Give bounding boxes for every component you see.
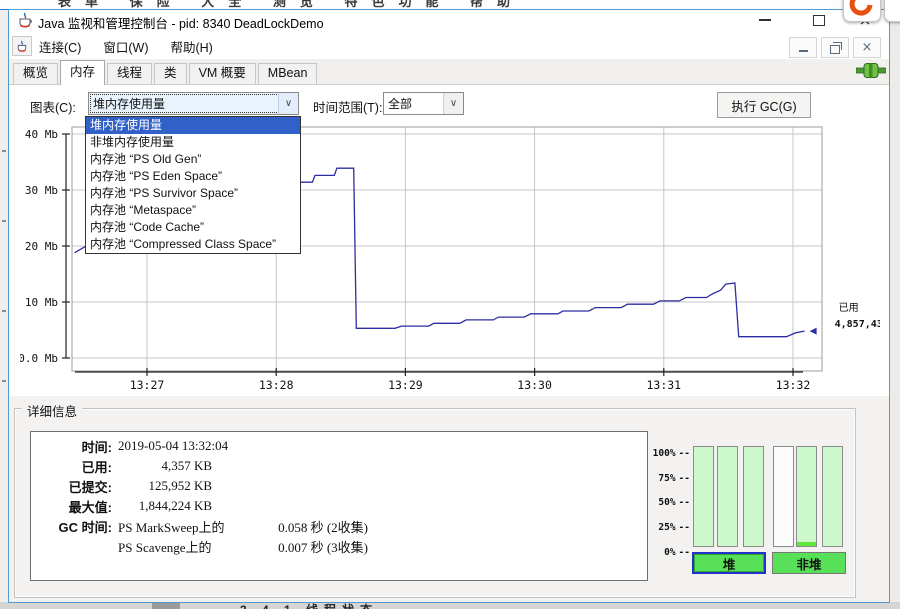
mdi-restore-button[interactable] xyxy=(821,37,849,58)
perform-gc-button[interactable]: 执行 GC(G) xyxy=(717,92,811,118)
time-range-select[interactable]: 全部 ∨ xyxy=(383,92,464,115)
dropdown-option[interactable]: 内存池 “Compressed Class Space” xyxy=(86,236,300,253)
x-axis-tick-label: 13:30 xyxy=(517,378,552,392)
pool-committed-fill xyxy=(797,447,816,546)
mdi-window-icon xyxy=(12,36,32,56)
y-axis-tick-label: 20 Mb xyxy=(25,240,58,253)
x-axis-tick-label: 13:27 xyxy=(130,378,165,392)
pool-toggle-button[interactable]: 堆 xyxy=(692,552,766,574)
floating-tool-button-2[interactable] xyxy=(884,0,900,22)
memory-pool-bar xyxy=(743,446,764,547)
x-axis-tick-label: 13:29 xyxy=(388,378,423,392)
memory-pool-bars xyxy=(0,446,900,548)
dropdown-option[interactable]: 内存池 “PS Eden Space” xyxy=(86,168,300,185)
legend-value: 4,857,432 xyxy=(835,319,880,330)
window-title: Java 监视和管理控制台 - pid: 8340 DeadLockDemo xyxy=(38,13,324,32)
restore-icon xyxy=(830,45,840,54)
maximize-icon xyxy=(813,15,825,26)
legend-label: 已用 xyxy=(839,303,859,314)
java-icon xyxy=(17,12,33,29)
chevron-down-icon[interactable]: ∨ xyxy=(278,93,298,114)
pool-committed-fill xyxy=(744,447,763,546)
details-group-title: 详细信息 xyxy=(22,401,82,420)
background-document-text: 3.4.1 线程状态 xyxy=(240,602,378,609)
connection-status-icon xyxy=(856,62,886,84)
background-fragment-block xyxy=(152,603,180,609)
menu-item[interactable]: 连接(C) xyxy=(36,36,84,57)
memory-pool-bar xyxy=(717,446,738,547)
chart-select[interactable]: 堆内存使用量 ∨ xyxy=(88,92,299,115)
memory-pool-bar xyxy=(773,446,794,547)
chevron-down-icon[interactable]: ∨ xyxy=(443,93,463,114)
dropdown-option[interactable]: 非堆内存使用量 xyxy=(86,134,300,151)
dropdown-option[interactable]: 堆内存使用量 xyxy=(86,117,300,134)
memory-pool-bar xyxy=(693,446,714,547)
y-axis-tick-label: 0.0 Mb xyxy=(20,352,58,365)
tab[interactable]: 概览 xyxy=(13,63,58,84)
y-axis-tick-label: 10 Mb xyxy=(25,296,58,309)
chart-select-value: 堆内存使用量 xyxy=(93,93,165,114)
pool-committed-fill xyxy=(718,447,737,546)
tab[interactable]: 线程 xyxy=(107,63,152,84)
dropdown-option[interactable]: 内存池 “Metaspace” xyxy=(86,202,300,219)
y-axis-tick-label: 40 Mb xyxy=(25,128,58,141)
tab[interactable]: VM 概要 xyxy=(189,63,256,84)
mdi-close-button[interactable]: × xyxy=(853,37,881,58)
minimize-icon xyxy=(759,19,771,21)
chart-select-dropdown: 堆内存使用量非堆内存使用量内存池 “PS Old Gen”内存池 “PS Ede… xyxy=(85,116,301,254)
screen: 表单 保险 大全 测览 特色功能 帮助 3.4.1 线程状态 Java 监视和管… xyxy=(0,0,900,609)
minimize-icon xyxy=(799,50,808,52)
window-maximize-button[interactable] xyxy=(804,10,834,30)
dropdown-option[interactable]: 内存池 “PS Old Gen” xyxy=(86,151,300,168)
tab-bar: 概览内存线程类VM 概要MBean xyxy=(9,59,889,85)
pool-committed-fill xyxy=(823,447,842,546)
dropdown-option[interactable]: 内存池 “Code Cache” xyxy=(86,219,300,236)
pool-toggle-button[interactable]: 非堆 xyxy=(772,552,846,574)
time-range-value: 全部 xyxy=(388,93,412,114)
menu-item[interactable]: 窗口(W) xyxy=(100,36,151,57)
background-bottom-strip: 3.4.1 线程状态 xyxy=(0,602,900,609)
window-minimize-button[interactable] xyxy=(750,10,780,30)
mdi-minimize-button[interactable] xyxy=(789,37,817,58)
x-axis-tick-label: 13:31 xyxy=(646,378,681,392)
y-axis-tick-label: 30 Mb xyxy=(25,184,58,197)
x-axis-tick-label: 13:32 xyxy=(776,378,811,392)
chart-select-label: 图表(C): xyxy=(30,97,76,116)
pool-committed-fill xyxy=(694,447,713,546)
x-axis-tick-label: 13:28 xyxy=(259,378,294,392)
tab[interactable]: 类 xyxy=(154,63,187,84)
floating-tool-button[interactable] xyxy=(843,0,881,22)
menu-bar: 连接(C) 窗口(W) 帮助(H) xyxy=(36,36,216,56)
tab[interactable]: MBean xyxy=(258,63,318,84)
pool-buttons: 堆非堆 xyxy=(0,552,900,576)
close-icon: × xyxy=(862,41,873,54)
orange-logo-icon xyxy=(844,0,880,21)
memory-pool-bar xyxy=(822,446,843,547)
tab[interactable]: 内存 xyxy=(60,60,105,85)
time-range-label: 时间范围(T): xyxy=(313,97,382,116)
memory-pool-bar xyxy=(796,446,817,547)
pool-used-fill xyxy=(797,542,816,546)
dropdown-option[interactable]: 内存池 “PS Survivor Space” xyxy=(86,185,300,202)
menu-item[interactable]: 帮助(H) xyxy=(167,36,215,57)
